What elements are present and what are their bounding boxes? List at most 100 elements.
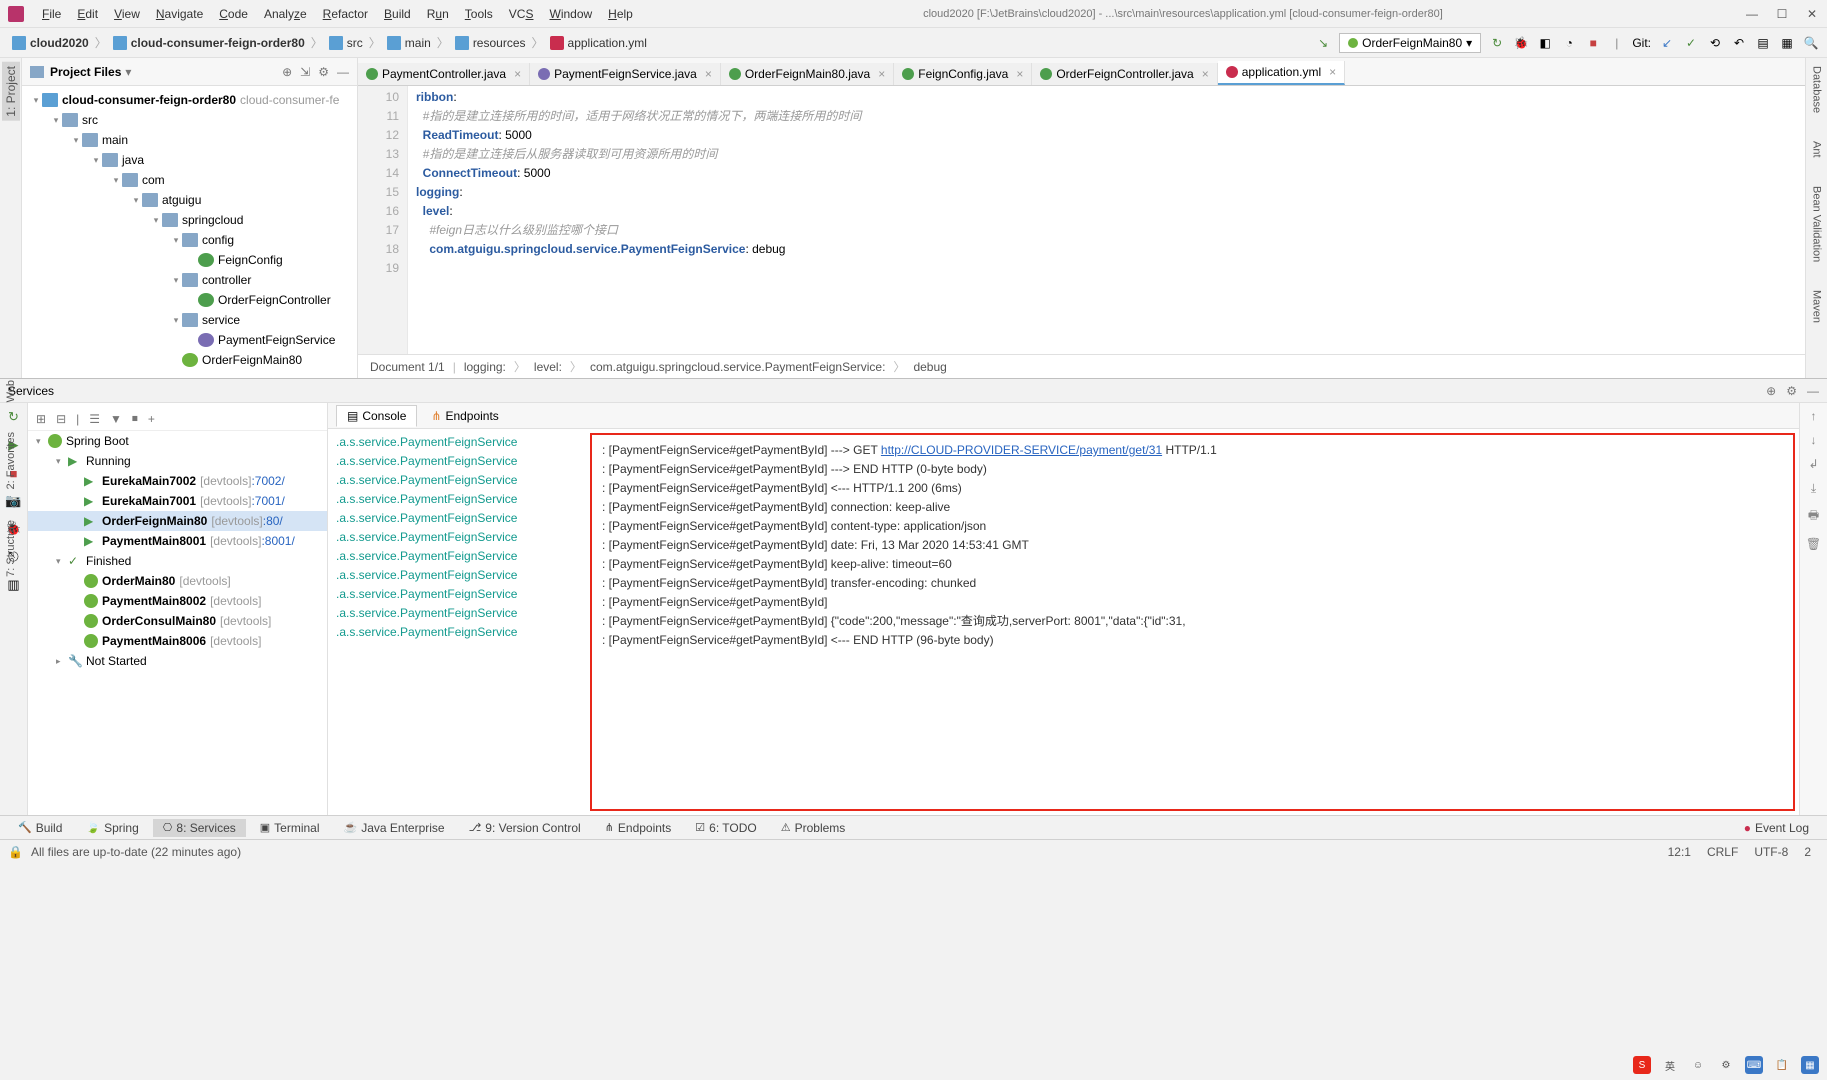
stop-all-icon[interactable]: ⏹	[132, 411, 138, 426]
print-icon[interactable]: 🖶	[1808, 506, 1819, 527]
close-tab-icon[interactable]: ×	[705, 67, 712, 81]
close-button[interactable]: ✕	[1805, 7, 1819, 21]
file-encoding[interactable]: UTF-8	[1746, 845, 1796, 859]
menu-analyze[interactable]: Analyze	[256, 7, 315, 21]
ide-settings-icon[interactable]: ▦	[1779, 35, 1795, 51]
hide-panel-icon[interactable]: —	[1807, 384, 1819, 398]
service-finished-item[interactable]: PaymentMain8006[devtools]	[28, 631, 327, 651]
editor-tab[interactable]: PaymentFeignService.java×	[530, 63, 721, 85]
group-icon[interactable]: ☰	[89, 412, 100, 426]
service-finished-item[interactable]: PaymentMain8002[devtools]	[28, 591, 327, 611]
btab-eventlog[interactable]: ● Event Log	[1734, 819, 1819, 837]
minimize-button[interactable]: —	[1745, 7, 1759, 21]
menu-navigate[interactable]: Navigate	[148, 7, 211, 21]
git-history-icon[interactable]: ⟲	[1707, 35, 1723, 51]
btab-problems[interactable]: ⚠ Problems	[771, 819, 856, 837]
run-config-selector[interactable]: OrderFeignMain80 ▾	[1339, 33, 1481, 53]
service-run-item[interactable]: ▶PaymentMain8001[devtools] :8001/	[28, 531, 327, 551]
service-run-item[interactable]: ▶EurekaMain7001[devtools] :7001/	[28, 491, 327, 511]
down-icon[interactable]: ↓	[1811, 433, 1817, 447]
btab-vcs[interactable]: ⎇ 9: Version Control	[459, 819, 591, 837]
locate-icon[interactable]: ⊕	[1766, 384, 1776, 398]
btab-services[interactable]: ⎔ 8: Services	[153, 819, 246, 837]
wrap-icon[interactable]: ↲	[1808, 457, 1818, 471]
tab-console[interactable]: ▤Console	[336, 405, 417, 427]
scroll-end-icon[interactable]: ⤓	[1811, 481, 1816, 496]
ime-icon[interactable]: S	[1633, 1056, 1651, 1074]
tab-structure[interactable]: 7: Structure	[5, 520, 17, 577]
btab-todo[interactable]: ☑ 6: TODO	[685, 819, 766, 837]
menu-vcs[interactable]: VCS	[501, 7, 542, 21]
editor-tab[interactable]: application.yml×	[1218, 61, 1345, 85]
close-tab-icon[interactable]: ×	[1329, 65, 1336, 79]
code-editor[interactable]: ribbon: #指的是建立连接所用的时间，适用于网络状况正常的情况下，两端连接…	[408, 86, 1805, 354]
breadcrumb[interactable]: src	[325, 36, 367, 50]
close-tab-icon[interactable]: ×	[1016, 67, 1023, 81]
tab-project[interactable]: 1: Project	[2, 62, 20, 121]
menu-code[interactable]: Code	[211, 7, 256, 21]
maximize-button[interactable]: ☐	[1775, 7, 1789, 21]
breadcrumb[interactable]: resources	[451, 36, 530, 50]
menu-file[interactable]: File	[34, 7, 69, 21]
status-lock-icon[interactable]: 🔒	[8, 845, 23, 859]
breadcrumb[interactable]: cloud2020	[8, 36, 93, 50]
stop-button[interactable]: ■	[1585, 35, 1601, 51]
menu-tools[interactable]: Tools	[457, 7, 501, 21]
git-pull-icon[interactable]: ↙	[1659, 35, 1675, 51]
tray-english-icon[interactable]: 英	[1661, 1056, 1679, 1074]
add-icon[interactable]: +	[148, 412, 155, 426]
project-view-selector[interactable]: Project Files	[50, 65, 121, 79]
close-tab-icon[interactable]: ×	[878, 67, 885, 81]
tab-bean-validation[interactable]: Bean Validation	[1809, 182, 1825, 266]
settings-gear-icon[interactable]: ⚙	[318, 65, 329, 79]
console-output[interactable]: .a.s.service.PaymentFeignService.a.s.ser…	[328, 429, 1799, 815]
menu-help[interactable]: Help	[600, 7, 641, 21]
tab-ant[interactable]: Ant	[1809, 137, 1825, 162]
build-hammer-icon[interactable]: ↘	[1315, 35, 1331, 51]
menu-window[interactable]: Window	[541, 7, 600, 21]
services-tree[interactable]: ⊞ ⊟ | ☰ ▼ ⏹ + ▾Spring Boot ▾▶Running ▶Eu…	[28, 403, 328, 815]
tab-database[interactable]: Database	[1809, 62, 1825, 117]
indent-size[interactable]: 2	[1796, 845, 1819, 859]
tab-maven[interactable]: Maven	[1809, 286, 1825, 327]
hide-panel-icon[interactable]: —	[337, 65, 349, 79]
service-run-item[interactable]: ▶EurekaMain7002[devtools] :7002/	[28, 471, 327, 491]
menu-build[interactable]: Build	[376, 7, 419, 21]
settings-gear-icon[interactable]: ⚙	[1786, 384, 1797, 398]
collapse-all-icon[interactable]: ⊟	[56, 412, 66, 426]
tray-clipboard-icon[interactable]: 📋	[1773, 1056, 1791, 1074]
editor-tab[interactable]: FeignConfig.java×	[894, 63, 1032, 85]
tray-keyboard-icon[interactable]: ⌨	[1745, 1056, 1763, 1074]
breadcrumb[interactable]: cloud-consumer-feign-order80	[109, 36, 309, 50]
tray-app-icon[interactable]: ▦	[1801, 1056, 1819, 1074]
tray-smiley-icon[interactable]: ☺	[1689, 1056, 1707, 1074]
editor-tab[interactable]: OrderFeignController.java×	[1032, 63, 1217, 85]
rerun-button[interactable]: ↻	[1489, 35, 1505, 51]
editor-tab[interactable]: PaymentController.java×	[358, 63, 530, 85]
tray-settings-icon[interactable]: ⚙	[1717, 1056, 1735, 1074]
menu-edit[interactable]: Edit	[69, 7, 106, 21]
breadcrumb[interactable]: main	[383, 36, 435, 50]
up-icon[interactable]: ↑	[1811, 409, 1817, 423]
tab-endpoints[interactable]: ⋔Endpoints	[421, 406, 508, 426]
debug-button[interactable]: 🐞	[1513, 35, 1529, 51]
git-revert-icon[interactable]: ↶	[1731, 35, 1747, 51]
profile-button[interactable]: ◔	[1561, 35, 1577, 51]
service-run-item[interactable]: ▶OrderFeignMain80[devtools] :80/	[28, 511, 327, 531]
menu-view[interactable]: View	[106, 7, 148, 21]
search-everywhere-icon[interactable]: 🔍	[1803, 35, 1819, 51]
menu-refactor[interactable]: Refactor	[315, 7, 376, 21]
service-finished-item[interactable]: OrderMain80[devtools]	[28, 571, 327, 591]
close-tab-icon[interactable]: ×	[514, 67, 521, 81]
btab-build[interactable]: 🔨 Build	[8, 819, 72, 837]
editor-tab[interactable]: OrderFeignMain80.java×	[721, 63, 894, 85]
layout-icon[interactable]: ▥	[6, 577, 22, 593]
line-separator[interactable]: CRLF	[1699, 845, 1746, 859]
btab-javaee[interactable]: ☕ Java Enterprise	[334, 819, 455, 837]
caret-position[interactable]: 12:1	[1660, 845, 1699, 859]
git-commit-icon[interactable]: ✓	[1683, 35, 1699, 51]
btab-terminal[interactable]: ▣ Terminal	[250, 819, 330, 837]
coverage-button[interactable]: ◧	[1537, 35, 1553, 51]
tab-favorites[interactable]: 2: Favorites	[5, 432, 17, 489]
expand-all-icon[interactable]: ⊞	[36, 412, 46, 426]
